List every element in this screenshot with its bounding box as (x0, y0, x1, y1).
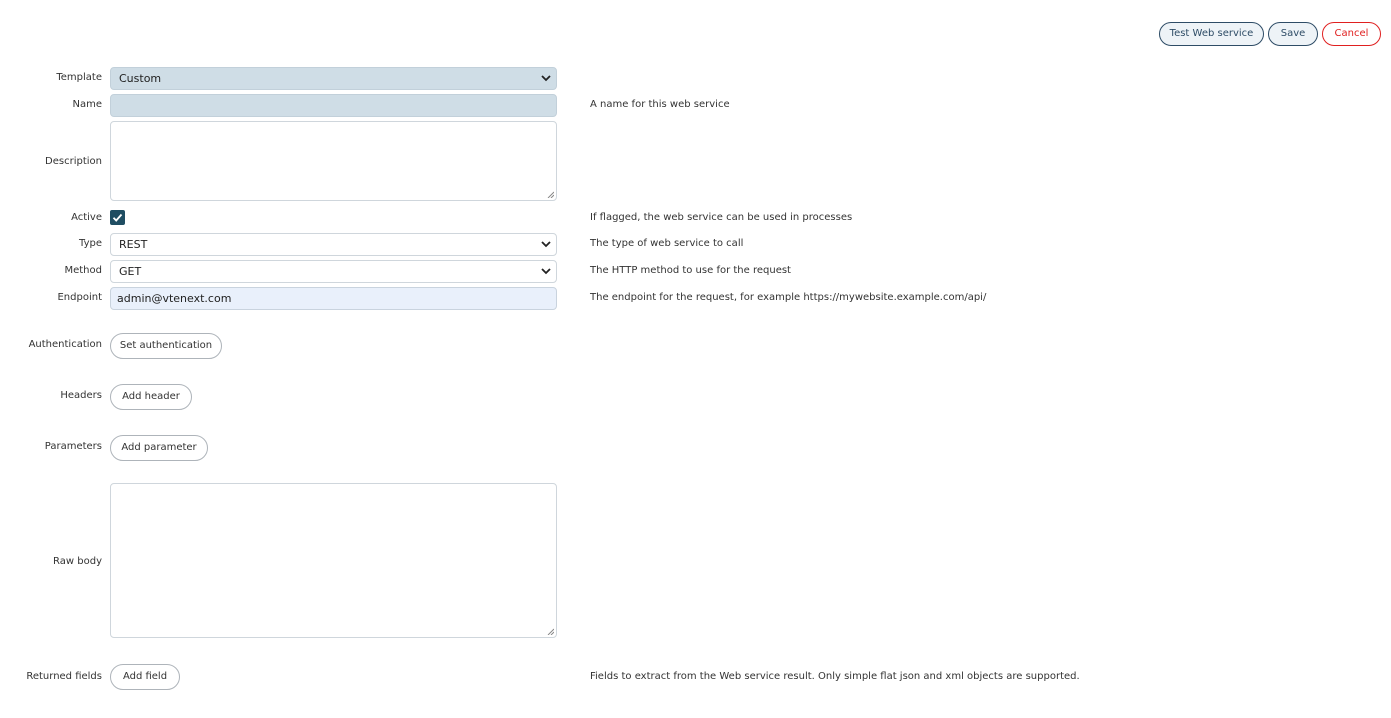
method-help: The HTTP method to use for the request (590, 265, 791, 276)
active-help: If flagged, the web service can be used … (590, 212, 853, 223)
template-label: Template (56, 72, 102, 83)
cancel-button[interactable]: Cancel (1322, 22, 1381, 46)
add-header-button[interactable]: Add header (110, 384, 192, 410)
type-select-value: REST (119, 238, 148, 251)
returned-fields-label: Returned fields (26, 671, 102, 682)
test-web-service-button[interactable]: Test Web service (1159, 22, 1264, 46)
returned-fields-help: Fields to extract from the Web service r… (590, 671, 1080, 682)
endpoint-help: The endpoint for the request, for exampl… (590, 292, 987, 303)
type-select[interactable]: REST (110, 233, 557, 256)
name-input[interactable] (110, 94, 557, 117)
method-label: Method (64, 265, 102, 276)
add-field-button[interactable]: Add field (110, 664, 180, 690)
type-label: Type (79, 238, 102, 249)
name-help: A name for this web service (590, 99, 730, 110)
chevron-down-icon (541, 241, 551, 248)
parameters-label: Parameters (44, 441, 102, 452)
description-label: Description (45, 156, 102, 167)
add-parameter-button[interactable]: Add parameter (110, 435, 208, 461)
resize-grip-icon[interactable] (547, 628, 554, 635)
active-label: Active (71, 212, 102, 223)
authentication-label: Authentication (28, 339, 102, 350)
description-textarea[interactable] (110, 121, 557, 201)
method-select-value: GET (119, 265, 142, 278)
name-label: Name (72, 99, 102, 110)
endpoint-input[interactable] (110, 287, 557, 310)
check-icon (112, 213, 123, 222)
raw-body-label: Raw body (53, 556, 102, 567)
raw-body-textarea[interactable] (110, 483, 557, 638)
resize-grip-icon[interactable] (547, 191, 554, 198)
endpoint-label: Endpoint (57, 292, 102, 303)
save-button[interactable]: Save (1268, 22, 1318, 46)
template-select[interactable]: Custom (110, 67, 557, 90)
template-select-value: Custom (119, 72, 162, 85)
active-checkbox[interactable] (110, 210, 125, 225)
method-select[interactable]: GET (110, 260, 557, 283)
type-help: The type of web service to call (590, 238, 744, 249)
chevron-down-icon (541, 75, 551, 82)
chevron-down-icon (541, 268, 551, 275)
headers-label: Headers (60, 390, 102, 401)
set-authentication-button[interactable]: Set authentication (110, 333, 222, 359)
